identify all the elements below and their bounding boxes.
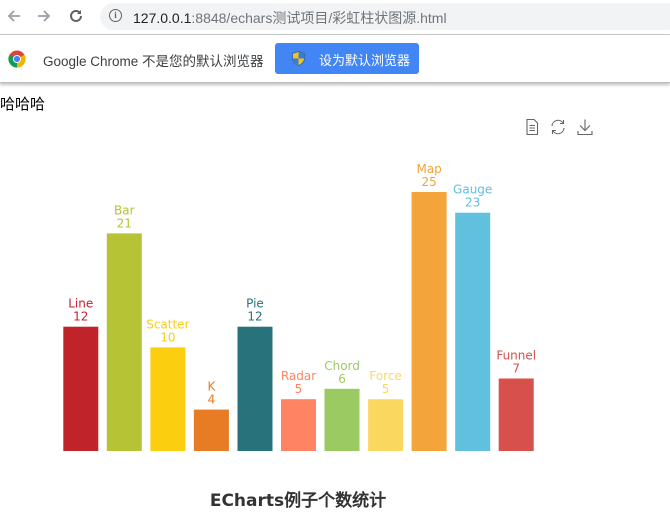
bar-label-name: Scatter — [146, 317, 189, 331]
bar-pie[interactable] — [237, 326, 273, 451]
bar-group-scatter[interactable]: Scatter10 — [146, 317, 190, 451]
bar-label-name: Radar — [281, 369, 316, 383]
bar-label-value: 12 — [73, 310, 88, 324]
bar-group-line[interactable]: Line12 — [63, 297, 99, 451]
bar-label-name: Bar — [114, 203, 135, 217]
bar-group-pie[interactable]: Pie12 — [237, 297, 273, 451]
bar-label-value: 6 — [338, 372, 346, 386]
bar-line[interactable] — [63, 326, 99, 451]
bar-group-k[interactable]: K4 — [193, 380, 229, 451]
bar-label-value: 10 — [160, 330, 175, 344]
bar-label-name: Funnel — [496, 348, 536, 362]
bar-label-name: Line — [68, 297, 93, 311]
bar-label-name: K — [207, 380, 216, 394]
bar-label-name: Pie — [246, 297, 264, 311]
bar-gauge[interactable] — [455, 212, 491, 451]
bar-group-bar[interactable]: Bar21 — [106, 203, 142, 451]
bar-map[interactable] — [411, 192, 447, 451]
bar-label-value: 5 — [295, 382, 303, 396]
bar-group-chord[interactable]: Chord6 — [324, 359, 360, 451]
bar-label-value: 7 — [512, 361, 520, 375]
bar-group-map[interactable]: Map25 — [411, 162, 447, 451]
bar-label-value: 25 — [421, 175, 436, 189]
bar-label-value: 4 — [208, 393, 216, 407]
bar-scatter[interactable] — [150, 347, 186, 451]
bar-group-radar[interactable]: Radar5 — [281, 369, 316, 451]
bar-label-name: Chord — [324, 359, 360, 373]
bar-funnel[interactable] — [498, 378, 534, 452]
bar-label-name: Map — [416, 162, 441, 176]
bar-group-force[interactable]: Force5 — [368, 369, 404, 451]
bar-label-name: Gauge — [453, 183, 492, 197]
bar-label-value: 12 — [247, 310, 262, 324]
bar-force[interactable] — [368, 399, 404, 451]
chart-title: ECharts例子个数统计 — [209, 491, 387, 511]
bar-label-value: 21 — [117, 216, 132, 230]
bar-chord[interactable] — [324, 388, 360, 451]
bar-bar[interactable] — [106, 233, 142, 451]
bar-label-value: 23 — [465, 196, 480, 210]
bar-k[interactable] — [193, 409, 229, 451]
bar-group-funnel[interactable]: Funnel7 — [496, 348, 536, 451]
bar-label-value: 5 — [382, 382, 390, 396]
bar-chart: Line12Bar21Scatter10K4Pie12Radar5Chord6 F… — [63, 162, 536, 451]
bar-group-gauge[interactable]: Gauge23 — [453, 183, 492, 451]
bar-label-name: Force — [369, 369, 401, 383]
bar-radar[interactable] — [281, 399, 316, 451]
